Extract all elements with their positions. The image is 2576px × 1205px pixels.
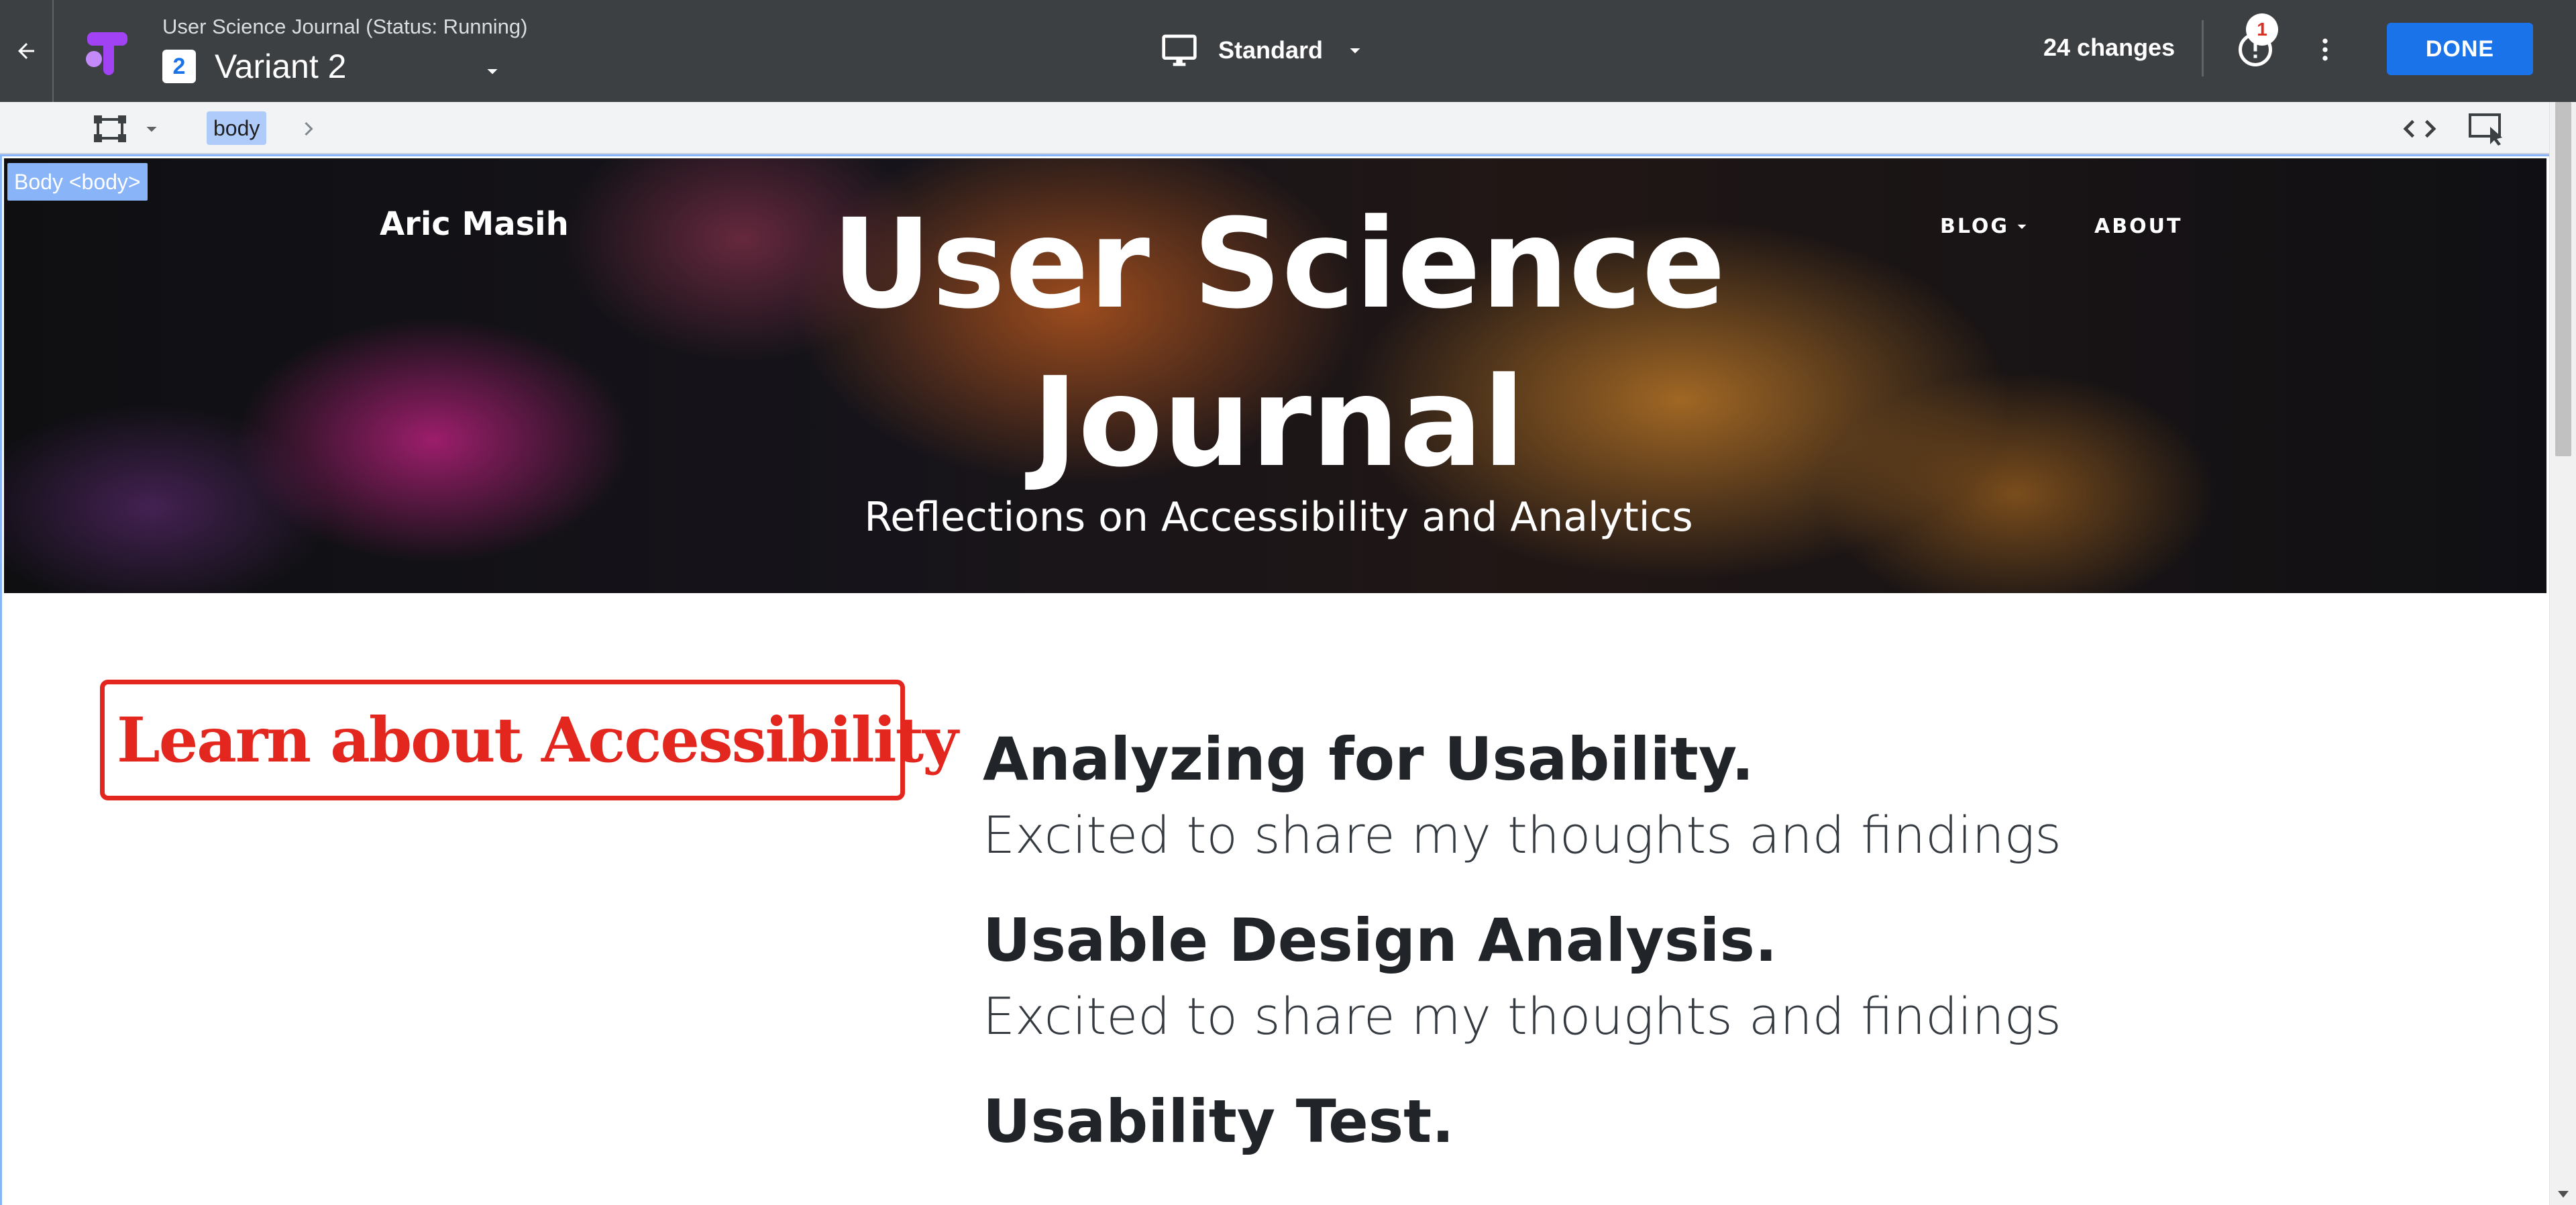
done-button[interactable]: DONE (2387, 23, 2533, 75)
variant-number-badge: 2 (162, 50, 196, 83)
more-vert-icon (2322, 38, 2328, 61)
scroll-down-arrow-icon[interactable] (2557, 1189, 2570, 1200)
scrollbar-thumb[interactable] (2555, 102, 2571, 456)
learn-accessibility-box[interactable]: Learn about Accessibility (100, 680, 959, 800)
post-title[interactable]: Analyzing for Usability. (983, 720, 2459, 799)
post-item[interactable]: Usability Test. (983, 1082, 2459, 1161)
page-preview[interactable]: Aric Masih User Science Journal Reflecti… (0, 154, 2549, 1205)
container-resize-tool[interactable] (93, 114, 166, 144)
hero-header[interactable]: Aric Masih User Science Journal Reflecti… (4, 158, 2546, 593)
optimize-logo-icon (86, 32, 127, 75)
chevron-down-icon (146, 127, 157, 132)
post-item[interactable]: Usable Design Analysis. Excited to share… (983, 901, 2459, 1053)
post-list: Analyzing for Usability. Excited to shar… (983, 720, 2459, 1191)
nav-blog-label: BLOG (1940, 215, 2010, 238)
code-icon (2403, 119, 2436, 138)
post-item[interactable]: Analyzing for Usability. Excited to shar… (983, 720, 2459, 872)
divider (2202, 20, 2204, 76)
learn-accessibility-text: Learn about Accessibility (117, 704, 959, 776)
site-title[interactable]: User Science Journal (742, 185, 1815, 502)
breadcrumb-body[interactable]: body (207, 111, 267, 145)
code-button[interactable] (2402, 113, 2438, 145)
selected-element-label: Body <body> (7, 163, 148, 201)
select-element-button[interactable] (2467, 111, 2508, 146)
variant-name: Variant 2 (215, 48, 347, 85)
chevron-down-icon (487, 69, 498, 74)
post-subtitle: Excited to share my thoughts and finding… (983, 805, 2061, 865)
nav-about-link[interactable]: ABOUT (2094, 215, 2182, 238)
post-title[interactable]: Usable Design Analysis. (983, 901, 2459, 980)
caret-down-icon (2017, 224, 2027, 229)
select-element-icon (2469, 113, 2502, 146)
back-arrow-icon (18, 43, 34, 59)
site-brand-link[interactable]: Aric Masih (380, 205, 569, 243)
device-selector[interactable]: Standard (1161, 27, 1367, 74)
alert-count-badge: 1 (2246, 13, 2278, 46)
post-subtitle: Excited to share my thoughts and finding… (983, 986, 2061, 1046)
more-options-button[interactable] (2310, 30, 2340, 70)
resize-frame-icon (94, 115, 126, 142)
variant-selector[interactable]: 2 Variant 2 (162, 43, 511, 90)
breadcrumb-next-button[interactable] (295, 114, 322, 144)
experiment-title: User Science Journal (Status: Running) (162, 15, 528, 38)
editor-top-bar: User Science Journal (Status: Running) 2… (0, 0, 2576, 102)
monitor-icon (1162, 34, 1197, 66)
element-toolbar: body (0, 102, 2549, 154)
nav-blog-link[interactable]: BLOG (1940, 215, 2031, 238)
vertical-scrollbar[interactable] (2549, 102, 2576, 1205)
chevron-right-icon (305, 121, 313, 136)
device-label: Standard (1218, 36, 1324, 64)
chevron-down-icon (1350, 48, 1360, 54)
changes-count[interactable]: 24 changes (2043, 34, 2175, 62)
site-subtitle[interactable]: Reflections on Accessibility and Analyti… (742, 494, 1815, 541)
back-button[interactable] (0, 0, 54, 102)
post-title[interactable]: Usability Test. (983, 1082, 2459, 1161)
